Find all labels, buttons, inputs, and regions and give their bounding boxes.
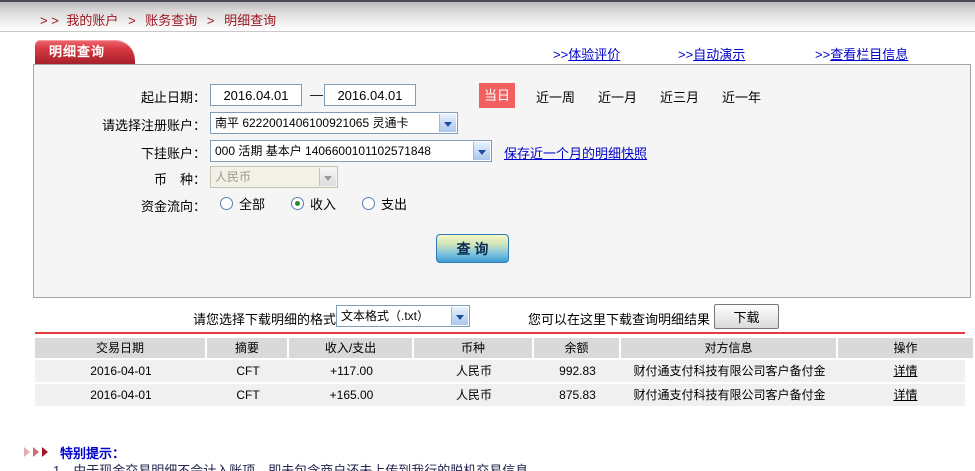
sub-account-label: 下挂账户： [140,146,206,161]
currency-row: 币 种： 人民币 [34,165,970,189]
download-format-value: 文本格式（.txt） [341,309,430,323]
link-label: 体验评价 [568,47,621,62]
cell-date: 2016-04-01 [90,364,152,378]
cell-balance: 992.83 [559,364,596,378]
download-hint-text: 您可以在这里下载查询明细结果 [528,312,711,327]
download-button[interactable]: 下载 [714,304,779,329]
quick-range-month[interactable]: 近一月 [598,87,637,106]
radio-all[interactable]: 全部 [220,194,265,213]
header-balance: 余额 [534,338,619,358]
radio-expense-label: 支出 [381,197,408,212]
download-format-select[interactable]: 文本格式（.txt） [336,305,470,327]
currency-value: 人民币 [215,170,252,184]
link-prefix: >> [815,47,831,62]
radio-income-label: 收入 [310,197,337,212]
dropdown-arrow-icon [451,307,468,325]
header-date: 交易日期 [35,338,205,358]
breadcrumb-prefix: > > [40,13,59,28]
experience-rating-link[interactable]: >>体验评价 [553,44,620,63]
currency-select-disabled: 人民币 [210,166,338,188]
auto-demo-link[interactable]: >>自动演示 [678,44,745,63]
quick-range-group: 近一周 近一月 近三月 近一年 [536,87,761,106]
tab-detail-query[interactable]: 明细查询 [35,40,135,64]
fund-flow-radio-group: 全部 收入 支出 [220,194,407,213]
column-info-link[interactable]: >>查看栏目信息 [815,44,908,63]
sub-account-select[interactable]: 000 活期 基本户 1406600101102571848 [210,140,492,162]
registered-account-select[interactable]: 南平 6222001406100921065 灵通卡 [210,112,458,134]
quick-range-today-button[interactable]: 当日 [479,83,515,108]
cell-amount: +117.00 [330,364,373,378]
detail-query-page: > > 我的账户 > 账务查询 > 明细查询 明细查询 >>体验评价 >>自动演… [0,0,975,471]
table-row: 2016-04-01 CFT +117.00 人民币 992.83 财付通支付科… [35,360,965,382]
radio-expense[interactable]: 支出 [362,194,407,213]
registered-account-value: 南平 6222001406100921065 灵通卡 [215,116,409,130]
detail-link[interactable]: 详情 [838,384,973,406]
breadcrumb: > > 我的账户 > 账务查询 > 明细查询 [40,10,280,29]
table-header-row: 交易日期 摘要 收入/支出 币种 余额 对方信息 操作 [35,338,973,358]
red-divider [35,332,965,334]
fund-flow-label: 资金流向： [140,199,206,214]
breadcrumb-separator: > [128,13,136,28]
date-range-label: 起止日期： [140,90,206,105]
header-currency: 币种 [414,338,532,358]
breadcrumb-item-detail-query[interactable]: 明细查询 [224,13,276,28]
download-format-label: 请您选择下载明细的格式 [193,312,337,327]
query-form: 起止日期： — 当日 近一周 近一月 近三月 近一年 请选择注册账户： 南平 6… [33,64,971,298]
fund-flow-row: 资金流向： 全部 收入 支出 [34,192,970,216]
query-button[interactable]: 查 询 [436,234,509,263]
dropdown-arrow-icon [439,114,456,132]
registered-account-row: 请选择注册账户： 南平 6222001406100921065 灵通卡 [34,111,970,135]
radio-income[interactable]: 收入 [291,194,336,213]
sub-account-row: 下挂账户： 000 活期 基本户 1406600101102571848 保存近… [34,139,970,163]
cell-balance: 875.83 [559,388,596,402]
registered-account-label: 请选择注册账户： [101,118,206,133]
header-amount: 收入/支出 [289,338,412,358]
link-label: 自动演示 [693,47,746,62]
transaction-table: 交易日期 摘要 收入/支出 币种 余额 对方信息 操作 2016-04-01 C… [35,338,973,406]
dropdown-arrow-icon [473,142,490,160]
cell-currency: 人民币 [455,388,492,402]
start-date-input[interactable] [210,84,302,106]
cell-counterparty: 财付通支付科技有限公司客户备付金 [633,364,826,378]
date-range-row: 起止日期： — 当日 近一周 近一月 近三月 近一年 [34,83,970,108]
sub-account-value: 000 活期 基本户 1406600101102571848 [215,144,431,158]
radio-all-label: 全部 [239,197,266,212]
link-prefix: >> [553,47,569,62]
cell-date: 2016-04-01 [90,388,152,402]
link-label: 查看栏目信息 [830,47,909,62]
download-row: 请您选择下载明细的格式 文本格式（.txt） 您可以在这里下载查询明细结果 下载 [0,304,975,330]
quick-range-year[interactable]: 近一年 [722,87,761,106]
radio-circle-icon [291,197,305,210]
dropdown-arrow-icon [319,168,336,186]
breadcrumb-item-my-account[interactable]: 我的账户 [66,13,118,28]
detail-link[interactable]: 详情 [838,360,973,382]
header-action: 操作 [838,338,973,358]
cell-summary: CFT [236,388,260,402]
quick-range-quarter[interactable]: 近三月 [660,87,699,106]
triple-arrow-icon [24,447,48,457]
cell-summary: CFT [236,364,260,378]
header-summary: 摘要 [207,338,287,358]
breadcrumb-item-account-query[interactable]: 账务查询 [145,13,197,28]
radio-circle-icon [362,197,376,210]
save-snapshot-link[interactable]: 保存近一个月的明细快照 [504,143,647,162]
special-notice-line: 1、由于现金交易明细不会计入账项，即未包含商户还未上传到我行的脱机交易信息 [53,463,529,471]
currency-label: 币 种： [153,172,206,187]
date-range-dash: — [310,87,323,102]
end-date-input[interactable] [324,84,416,106]
cell-currency: 人民币 [455,364,492,378]
breadcrumb-separator: > [206,13,215,28]
quick-range-week[interactable]: 近一周 [536,87,575,106]
table-row: 2016-04-01 CFT +165.00 人民币 875.83 财付通支付科… [35,384,965,406]
link-prefix: >> [678,47,694,62]
header-counterparty: 对方信息 [621,338,836,358]
radio-circle-icon [220,197,233,210]
cell-counterparty: 财付通支付科技有限公司客户备付金 [633,388,826,402]
cell-amount: +165.00 [329,388,374,402]
